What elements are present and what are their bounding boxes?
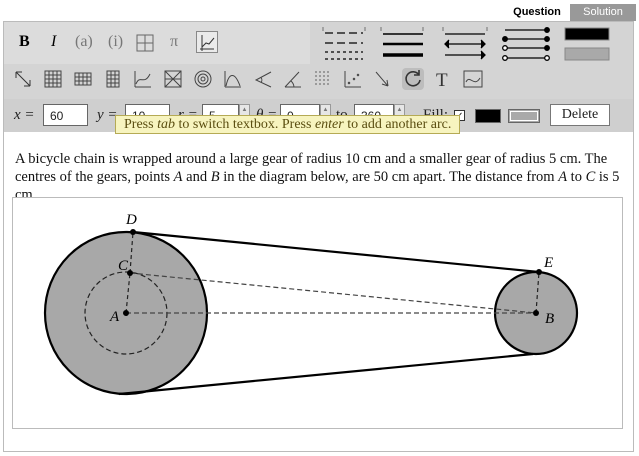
label-d: D	[125, 212, 137, 228]
angle-icon[interactable]	[252, 68, 274, 90]
point-a	[123, 310, 129, 316]
label-c: C	[118, 258, 129, 274]
rotate-arc-icon[interactable]	[402, 68, 424, 90]
row-grid-icon[interactable]	[72, 68, 94, 90]
box-x-icon[interactable]	[162, 68, 184, 90]
bold-button[interactable]: B	[19, 33, 30, 51]
angle-arc-icon[interactable]	[282, 68, 304, 90]
tab-question[interactable]: Question	[504, 4, 570, 21]
resize-icon[interactable]	[12, 68, 34, 90]
x-label: x =	[14, 107, 35, 123]
label-b: B	[545, 311, 554, 327]
grid-icon	[136, 34, 154, 52]
chain-top	[132, 230, 540, 274]
line-style-icons[interactable]	[319, 24, 629, 64]
format-toolbar: B I (a) (i) π	[4, 22, 310, 64]
svg-text:T: T	[436, 70, 448, 90]
dot-grid-icon[interactable]	[312, 68, 334, 90]
choice-i-button[interactable]: (i)	[108, 33, 123, 51]
label-e: E	[543, 255, 553, 271]
text-icon[interactable]: T	[432, 68, 454, 90]
curve-area-icon[interactable]	[222, 68, 244, 90]
delete-button[interactable]: Delete	[550, 104, 610, 126]
drawing-canvas[interactable]: A B C D E	[12, 197, 623, 429]
point-e	[536, 269, 542, 275]
point-b	[533, 310, 539, 316]
function-graph-icon[interactable]	[132, 68, 154, 90]
axes-icon	[200, 35, 215, 51]
problem-text: A bicycle chain is wrapped around a larg…	[15, 151, 620, 203]
point-d	[130, 229, 136, 235]
scatter-icon[interactable]	[342, 68, 364, 90]
tab-solution[interactable]: Solution	[570, 4, 636, 21]
chart-icon[interactable]	[462, 68, 484, 90]
italic-button[interactable]: I	[51, 33, 56, 51]
mode-tabs: Question Solution	[504, 4, 636, 21]
spiral-icon[interactable]	[192, 68, 214, 90]
table-grid-icon[interactable]	[42, 68, 64, 90]
column-grid-icon[interactable]	[102, 68, 124, 90]
x-input[interactable]: 60	[43, 104, 88, 126]
pi-button[interactable]: π	[170, 33, 178, 51]
gear-diagram: A B C D E	[43, 212, 579, 396]
axes-button[interactable]	[196, 31, 218, 53]
label-a: A	[109, 309, 120, 325]
hint-tooltip: Press tab to switch textbox. Press enter…	[115, 115, 461, 134]
alt-color-swatch[interactable]	[508, 109, 540, 123]
choice-a-button[interactable]: (a)	[75, 33, 93, 51]
editor-frame: B I (a) (i) π T x = 60 y = ▲ ▲ ▲ Delete …	[3, 21, 634, 452]
vector-arrow-icon[interactable]	[372, 68, 394, 90]
grid-button[interactable]	[134, 32, 156, 54]
fill-color-swatch[interactable]	[475, 109, 501, 123]
